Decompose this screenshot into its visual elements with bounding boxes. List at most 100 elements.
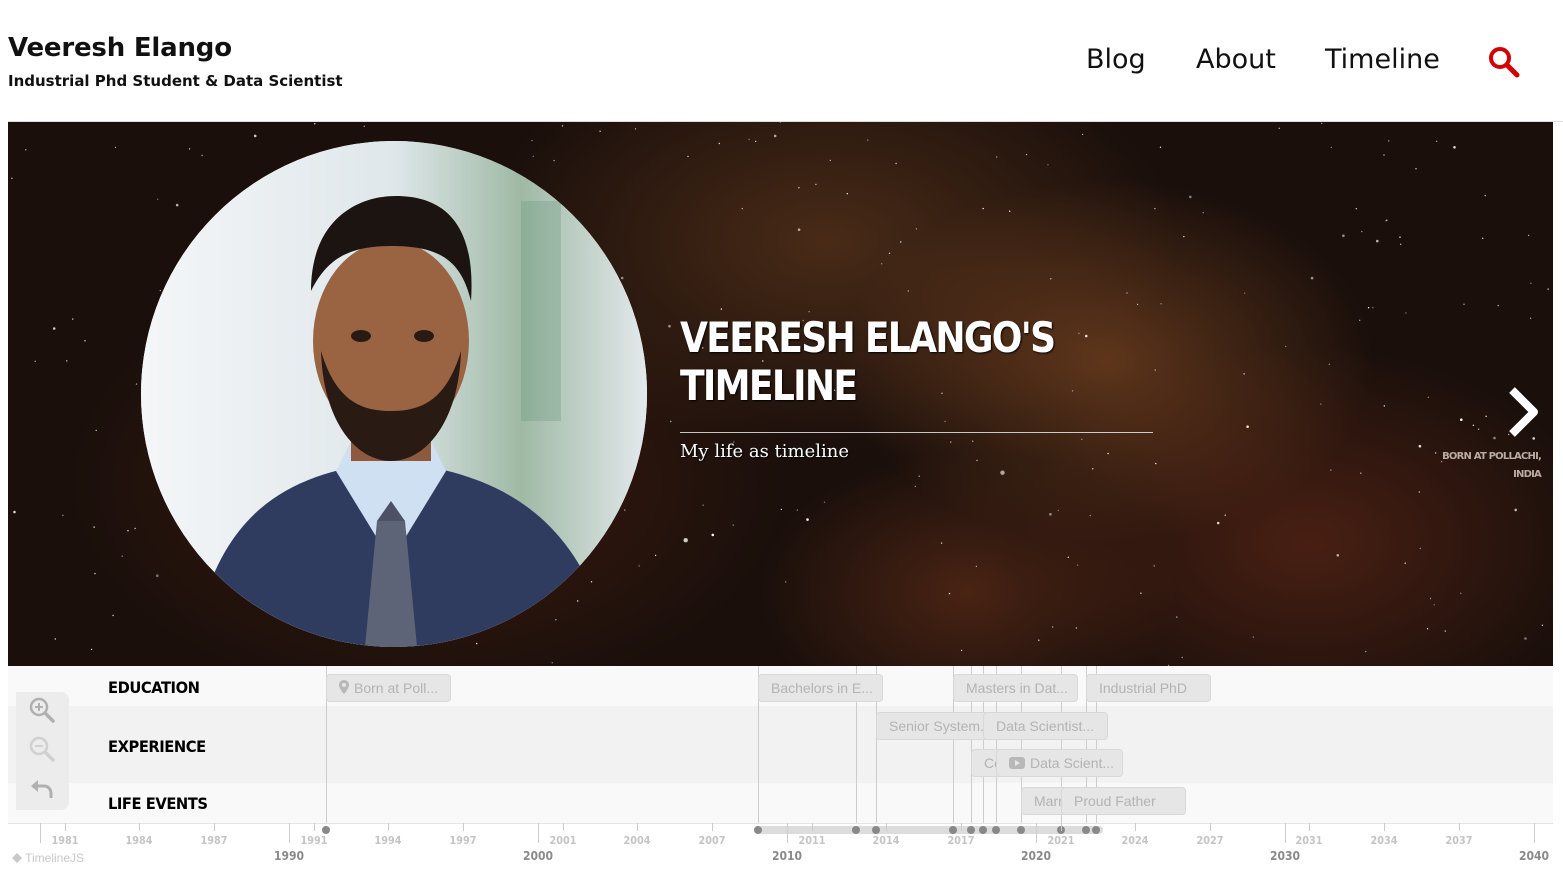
event-dot	[1092, 826, 1100, 834]
star	[1154, 369, 1156, 371]
zoom-in-icon[interactable]	[28, 696, 56, 724]
star	[815, 183, 817, 186]
star	[599, 130, 601, 132]
star	[797, 228, 801, 231]
star	[634, 128, 637, 130]
star	[1477, 428, 1480, 430]
site-header: Veeresh Elango Industrial Phd Student & …	[0, 0, 1563, 121]
event-dot	[1017, 826, 1025, 834]
nav-timeline-link[interactable]: Timeline	[1325, 44, 1440, 75]
back-to-start-icon[interactable]	[28, 776, 56, 804]
group-band-experience	[8, 706, 1553, 783]
timeline-marker-masters[interactable]: Masters in Dat...	[953, 674, 1078, 702]
star	[114, 146, 117, 149]
zoom-out-icon[interactable]	[28, 735, 56, 763]
event-dot	[967, 826, 975, 834]
axis-tick-major	[40, 823, 41, 843]
star	[1427, 396, 1430, 398]
profile-photo	[141, 141, 647, 647]
star	[1092, 468, 1094, 470]
axis-tick-major	[538, 823, 539, 843]
timeline-marker-data-scientist-2[interactable]: Data Scient...	[996, 749, 1123, 777]
star	[960, 649, 963, 652]
timeline-marker-bachelors[interactable]: Bachelors in E...	[758, 674, 883, 702]
nav-blog-link[interactable]: Blog	[1086, 44, 1146, 75]
next-slide-label[interactable]: BORN AT POLLACHI, INDIA	[1411, 448, 1542, 484]
next-slide-chevron-icon[interactable]	[1504, 384, 1544, 440]
site-title[interactable]: Veeresh Elango	[8, 33, 232, 63]
star	[1530, 282, 1532, 284]
star	[1376, 239, 1379, 243]
youtube-icon	[1009, 751, 1025, 776]
timeline-navigator[interactable]: EDUCATION EXPERIENCE LIFE EVENTS Born at…	[8, 666, 1553, 877]
axis-year-label: 1984	[125, 834, 153, 847]
timeline-title-line1: VEERESH ELANGO'S	[680, 313, 1056, 362]
star	[1419, 547, 1422, 550]
star	[1359, 319, 1361, 321]
star	[1224, 514, 1226, 516]
group-band-life-events	[8, 783, 1553, 823]
axis-year-label: 1987	[200, 834, 228, 847]
timeline-marker-born[interactable]: Born at Poll...	[326, 674, 451, 702]
axis-year-label: 2024	[1121, 834, 1149, 847]
axis-tick-major	[1285, 823, 1286, 843]
star	[1067, 556, 1070, 558]
star	[1383, 405, 1386, 407]
star	[846, 193, 848, 195]
star	[1252, 636, 1255, 638]
star	[1246, 425, 1249, 429]
axis-tick	[637, 823, 638, 831]
axis-decade-label: 2020	[1020, 849, 1052, 863]
axis-tick-major	[1036, 823, 1037, 843]
event-dot	[992, 826, 1000, 834]
axis-year-label: 1994	[374, 834, 402, 847]
group-label-experience: EXPERIENCE	[108, 737, 206, 756]
star	[201, 154, 203, 157]
star	[1529, 317, 1532, 319]
timeline-marker-industrial-phd[interactable]: Industrial PhD	[1086, 674, 1211, 702]
star	[1460, 592, 1462, 594]
axis-tick-major	[1534, 823, 1535, 843]
nav-about-link[interactable]: About	[1196, 44, 1276, 75]
star	[1153, 565, 1155, 567]
marker-label: Industrial PhD	[1099, 680, 1187, 696]
star	[1025, 153, 1028, 156]
star	[741, 207, 743, 210]
star	[1360, 472, 1362, 474]
star	[1429, 597, 1432, 600]
timelinejs-attribution[interactable]: TimelineJS	[12, 851, 84, 865]
timeline-marker-data-scientist[interactable]: Data Scientist...	[983, 712, 1108, 740]
star	[95, 429, 97, 432]
next-slide-label-line2: INDIA	[1513, 469, 1542, 480]
axis-year-label: 2027	[1196, 834, 1224, 847]
star	[1081, 133, 1084, 136]
axis-tick	[388, 823, 389, 831]
star	[1076, 564, 1079, 566]
star	[363, 125, 365, 127]
axis-year-label: 1997	[449, 834, 477, 847]
star	[972, 440, 974, 442]
star	[976, 459, 978, 462]
axis-year-label: 2004	[623, 834, 651, 847]
star	[532, 155, 534, 157]
star	[1050, 278, 1052, 280]
star	[11, 177, 13, 179]
star	[1524, 637, 1527, 640]
attribution-label: TimelineJS	[25, 851, 85, 865]
star	[1154, 207, 1156, 210]
star	[551, 662, 553, 664]
star	[755, 140, 757, 143]
axis-decade-label: 2010	[771, 849, 803, 863]
marker-label: Masters in Dat...	[966, 680, 1068, 696]
search-icon[interactable]	[1487, 45, 1521, 79]
star	[624, 509, 626, 511]
marker-label: Proud Father	[1074, 793, 1156, 809]
timeline-title-slide: VEERESH ELANGO'S TIMELINE My life as tim…	[8, 122, 1553, 666]
timeline-marker-proud-father[interactable]: Proud Father	[1061, 787, 1186, 815]
axis-year-label: 2007	[698, 834, 726, 847]
star	[1342, 234, 1345, 238]
star	[1383, 154, 1385, 156]
star	[1541, 624, 1544, 626]
timeline-subtitle: My life as timeline	[680, 441, 850, 462]
event-range-bar	[758, 826, 1103, 834]
